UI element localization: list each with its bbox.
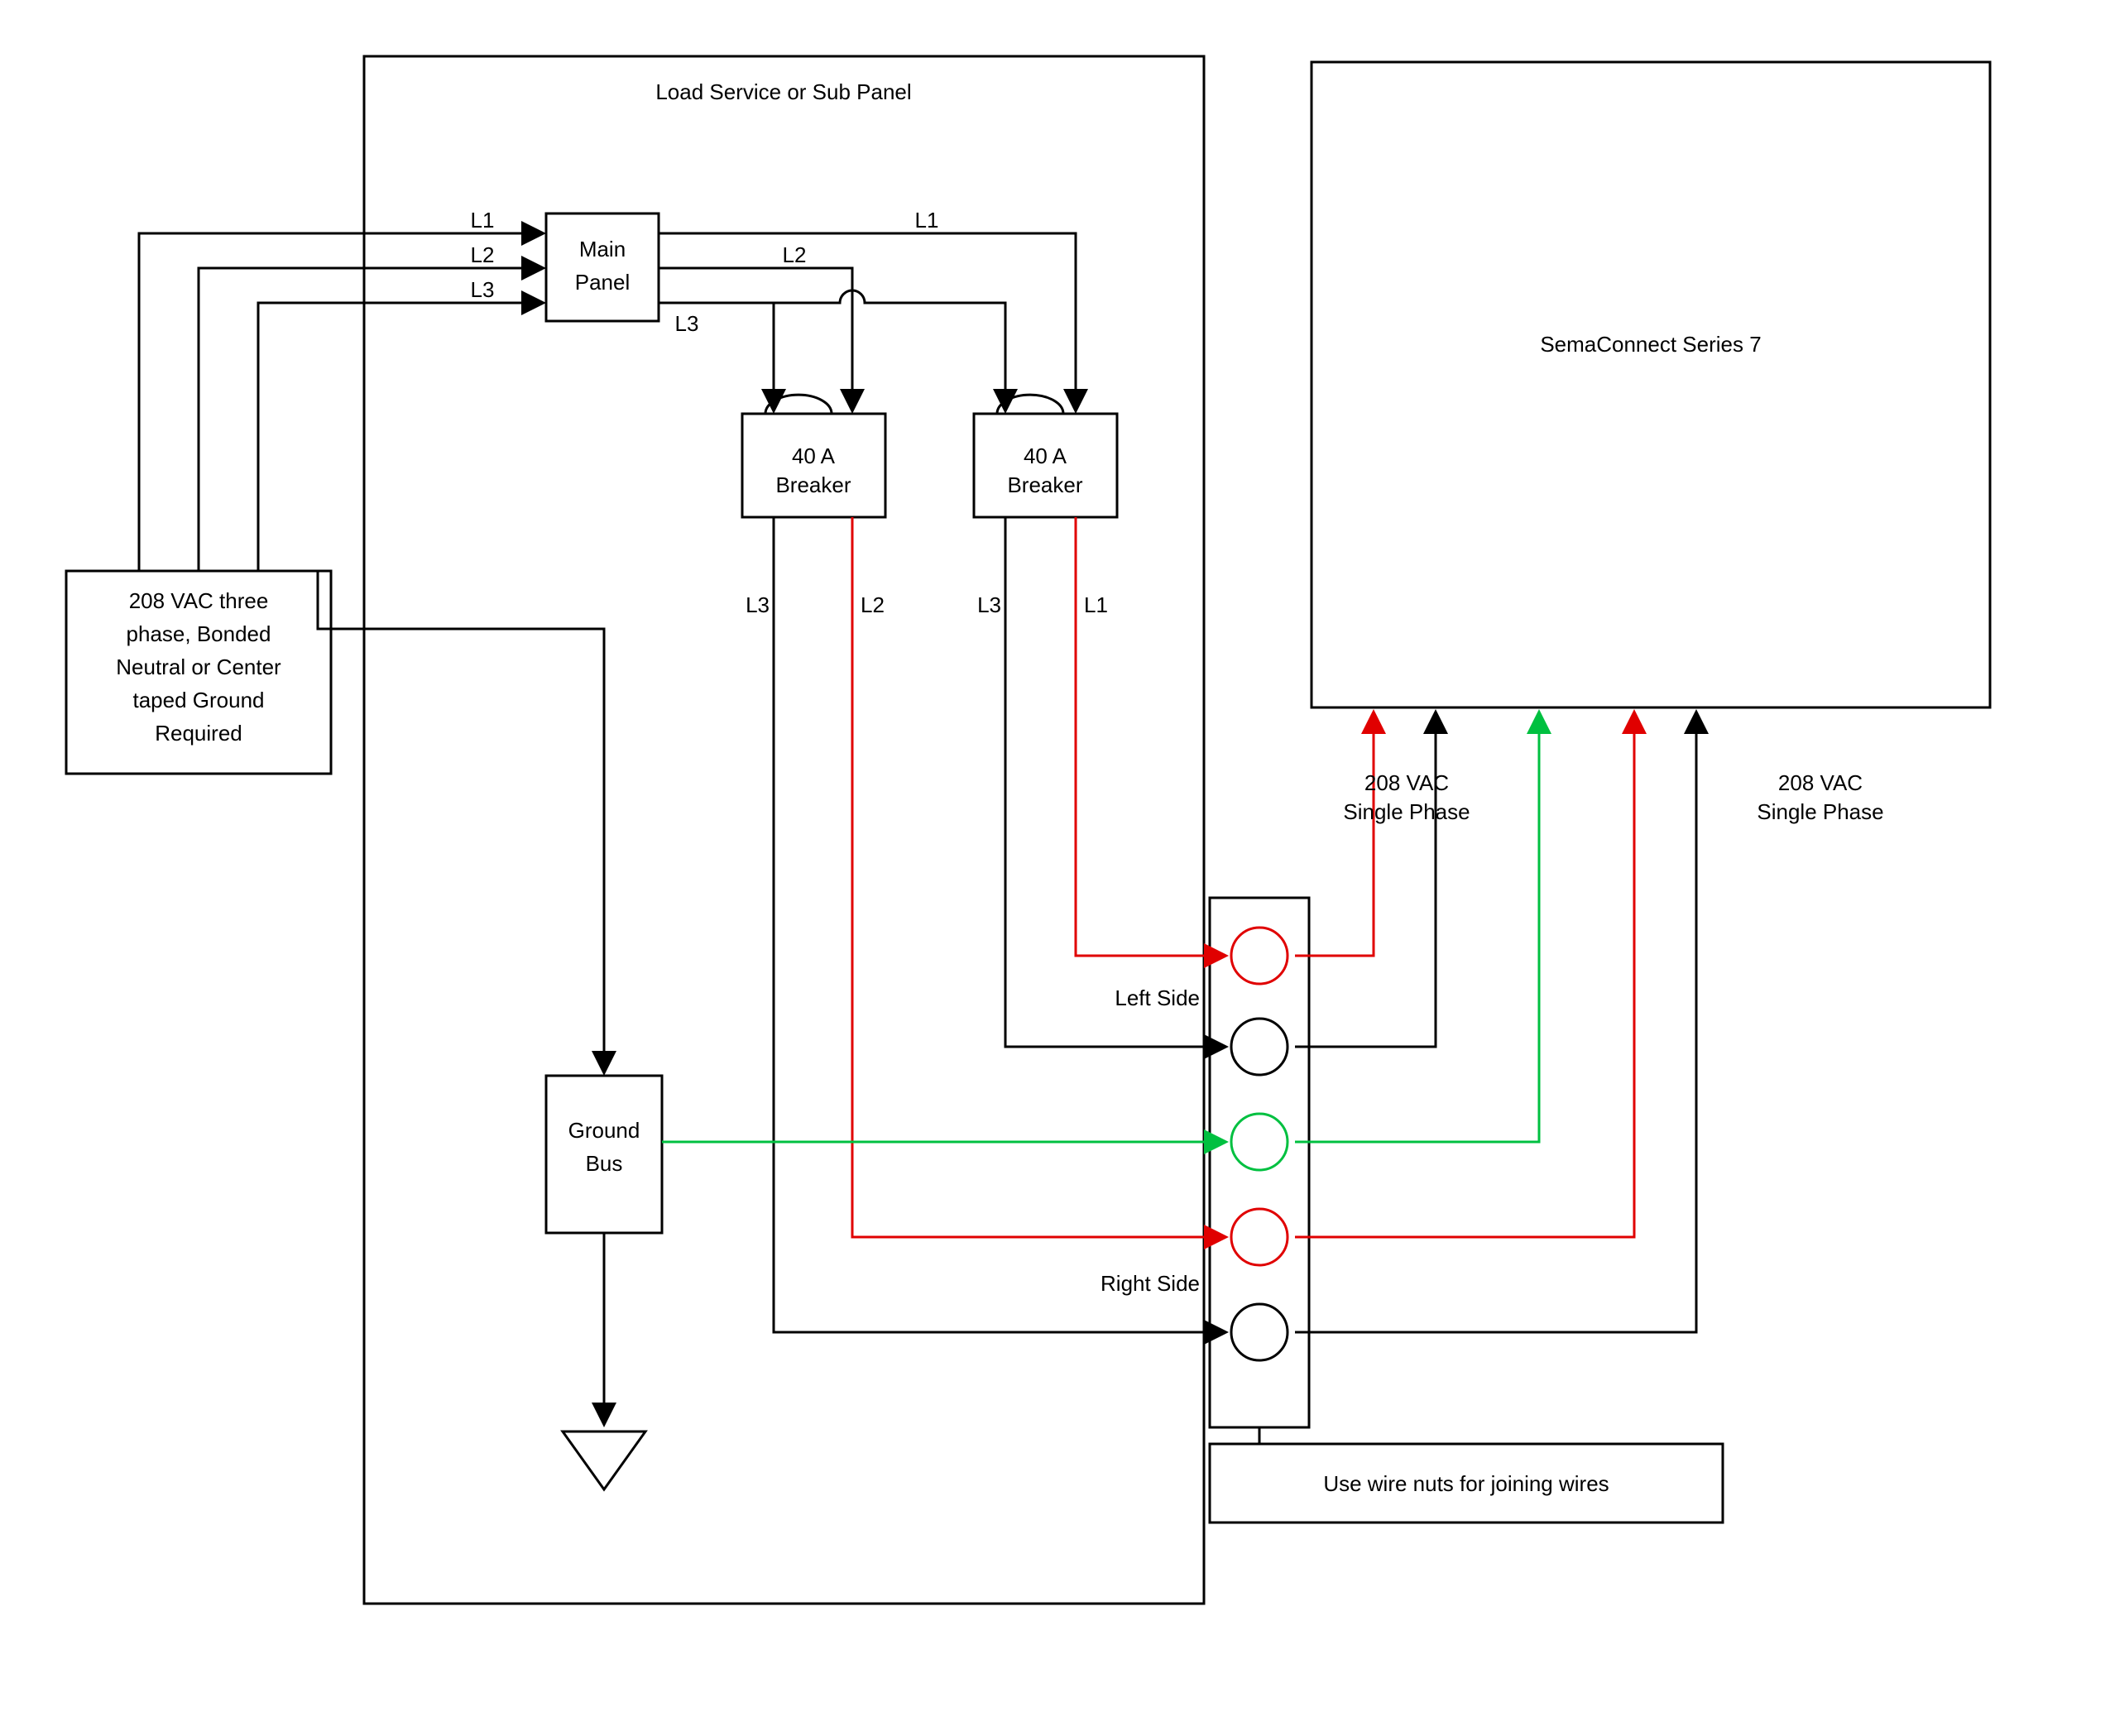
wiring-diagram: Load Service or Sub Panel 208 VAC three …	[0, 0, 2110, 1736]
source-line5: Required	[155, 721, 242, 746]
label-right-side: Right Side	[1101, 1271, 1200, 1296]
b1-L2-wire	[852, 517, 1225, 1237]
wire-ground-in	[318, 571, 604, 1072]
wire-nut-box	[1210, 898, 1309, 1427]
label-L2-in: L2	[471, 242, 495, 267]
nut-4	[1231, 1209, 1288, 1265]
nut4-to-sema	[1295, 713, 1634, 1237]
ground-bus-line1: Ground	[568, 1118, 640, 1143]
nut1-to-sema	[1295, 713, 1374, 956]
earth-icon	[563, 1431, 645, 1489]
source-line1: 208 VAC three	[129, 588, 269, 613]
phase1-line1: 208 VAC	[1364, 770, 1449, 795]
nut-5	[1231, 1304, 1288, 1360]
source-line2: phase, Bonded	[127, 621, 271, 646]
breaker1-line1: 40 A	[792, 444, 836, 468]
sema-title: SemaConnect Series 7	[1540, 332, 1761, 357]
sema-box	[1312, 62, 1990, 707]
ground-bus-line2: Bus	[586, 1151, 623, 1176]
label-left-side: Left Side	[1115, 985, 1200, 1010]
wire-L1-out	[659, 233, 1076, 410]
nut-3	[1231, 1114, 1288, 1170]
phase2-line1: 208 VAC	[1778, 770, 1863, 795]
breaker2-line2: Breaker	[1007, 472, 1082, 497]
breaker1-line2: Breaker	[775, 472, 851, 497]
source-line3: Neutral or Center	[116, 655, 281, 679]
label-b1-L2: L2	[861, 592, 885, 617]
main-panel-line2: Panel	[575, 270, 631, 295]
b2-L3-wire	[1005, 517, 1225, 1047]
main-panel-line1: Main	[579, 237, 626, 261]
label-L3-out: L3	[675, 311, 699, 336]
breaker2-line1: 40 A	[1024, 444, 1067, 468]
label-L1-out: L1	[915, 208, 939, 233]
wire-L3-in	[258, 303, 542, 571]
phase2-line2: Single Phase	[1757, 799, 1883, 824]
b2-L1-wire	[1076, 517, 1225, 956]
phase1-line2: Single Phase	[1343, 799, 1470, 824]
sub-panel-title: Load Service or Sub Panel	[655, 79, 911, 104]
label-b2-L1: L1	[1084, 592, 1108, 617]
label-L2-out: L2	[783, 242, 807, 267]
label-L1-in: L1	[471, 208, 495, 233]
wire-L2-out	[659, 268, 852, 410]
source-line4: taped Ground	[132, 688, 264, 712]
wire-L3-out-b	[774, 290, 1005, 410]
label-b2-L3: L3	[977, 592, 1001, 617]
nut2-to-sema	[1295, 713, 1436, 1047]
main-panel-box	[546, 213, 659, 321]
b1-L3-wire	[774, 517, 1225, 1332]
label-L3-in: L3	[471, 277, 495, 302]
label-b1-L3: L3	[746, 592, 770, 617]
wire-nuts-note: Use wire nuts for joining wires	[1323, 1471, 1609, 1496]
nut-1	[1231, 928, 1288, 984]
nut-2	[1231, 1019, 1288, 1075]
wire-L2-in	[199, 268, 542, 571]
